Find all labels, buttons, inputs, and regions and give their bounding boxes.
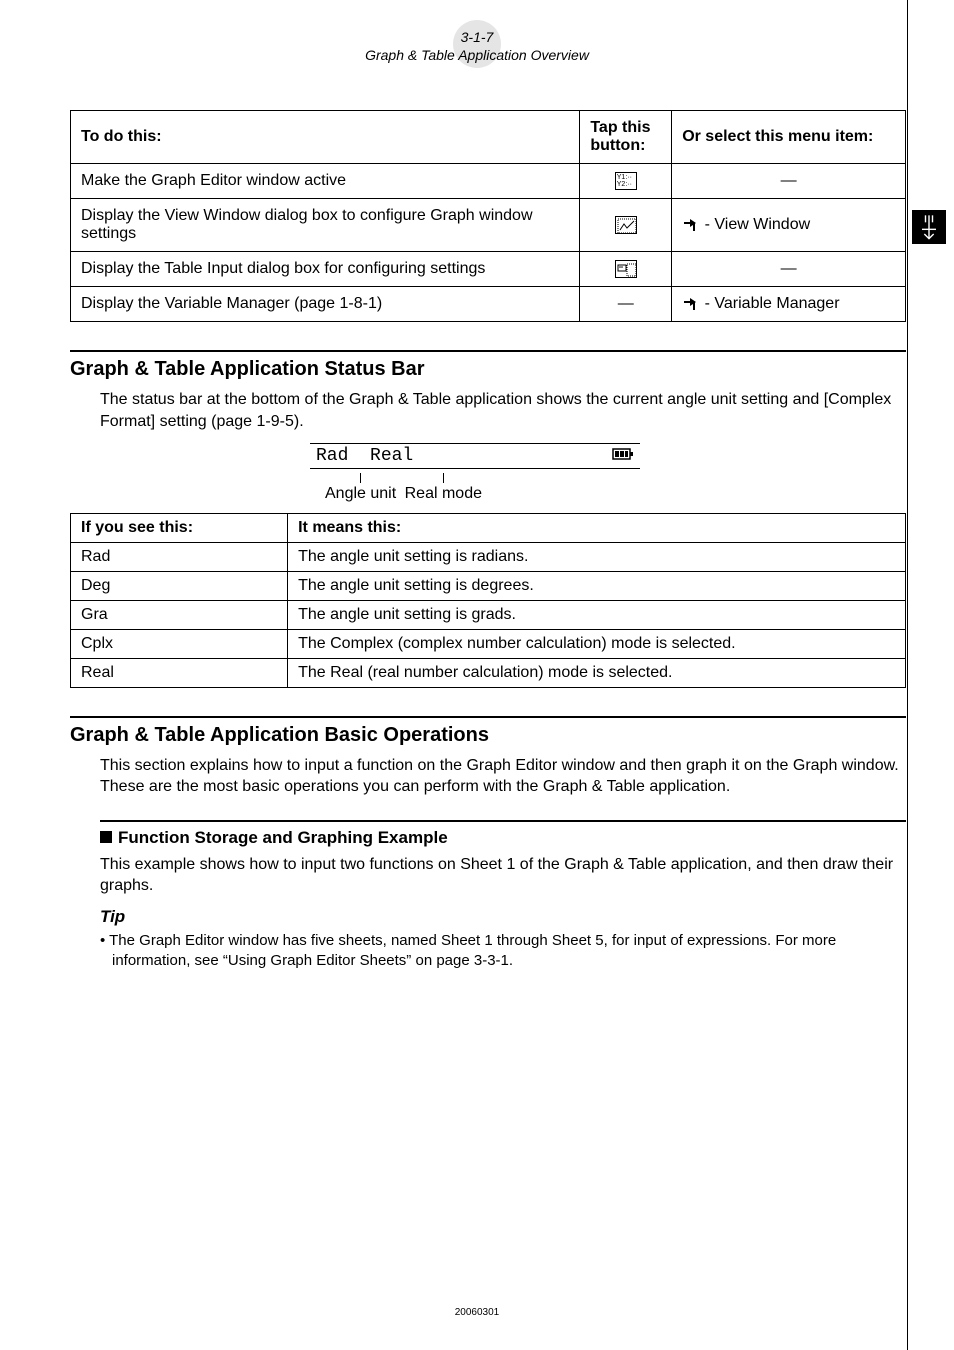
header-menu: Or select this menu item: xyxy=(672,111,906,164)
basic-ops-intro: This section explains how to input a fun… xyxy=(100,755,902,798)
page-subtitle: Graph & Table Application Overview xyxy=(365,46,589,64)
battery-icon xyxy=(612,447,634,467)
hammer-icon xyxy=(682,216,700,233)
cell-menu: — xyxy=(672,164,906,199)
right-margin-rule xyxy=(907,0,908,1350)
cell-todo: Display the View Window dialog box to co… xyxy=(71,199,580,252)
lcd-labels: Angle unit Real mode xyxy=(70,473,906,503)
lcd-display: Rad Real xyxy=(310,443,906,469)
basic-ops-heading: Graph & Table Application Basic Operatio… xyxy=(70,724,906,747)
cell-todo: Make the Graph Editor window active xyxy=(71,164,580,199)
table-row: Display the Table Input dialog box for c… xyxy=(71,252,906,287)
cell-val: The Real (real number calculation) mode … xyxy=(288,658,906,687)
cell-val: The angle unit setting is radians. xyxy=(288,542,906,571)
cell-key: Cplx xyxy=(71,629,288,658)
header-tap: Tap this button: xyxy=(580,111,672,164)
example-heading: Function Storage and Graphing Example xyxy=(100,828,906,848)
meaning-table: If you see this: It means this: RadThe a… xyxy=(70,513,906,688)
header-todo: To do this: xyxy=(71,111,580,164)
table-header-row: If you see this: It means this: xyxy=(71,513,906,542)
cell-key: Real xyxy=(71,658,288,687)
cell-key: Deg xyxy=(71,571,288,600)
section-rule xyxy=(70,350,906,352)
cell-menu: — xyxy=(672,252,906,287)
table-row: Display the View Window dialog box to co… xyxy=(71,199,906,252)
cell-key: Gra xyxy=(71,600,288,629)
menu-text: - Variable Manager xyxy=(700,295,839,312)
footer-date: 20060301 xyxy=(455,1307,500,1318)
cell-tap: Y1:··Y2:·· xyxy=(580,164,672,199)
square-bullet-icon xyxy=(100,831,112,843)
tableinput-icon xyxy=(615,260,637,278)
cell-val: The Complex (complex number calculation)… xyxy=(288,629,906,658)
cell-key: Rad xyxy=(71,542,288,571)
label-angle: Angle unit xyxy=(325,485,396,502)
actions-table: To do this: Tap this button: Or select t… xyxy=(70,110,906,322)
cell-menu: - View Window xyxy=(672,199,906,252)
table-header-row: To do this: Tap this button: Or select t… xyxy=(71,111,906,164)
table-row: Make the Graph Editor window active Y1:·… xyxy=(71,164,906,199)
table-row: RadThe angle unit setting is radians. xyxy=(71,542,906,571)
side-tab-icon xyxy=(912,210,946,244)
lcd-angle: Rad xyxy=(316,446,348,466)
label-mode: Real mode xyxy=(405,485,482,502)
tip-label: Tip xyxy=(100,907,906,927)
hammer-icon xyxy=(682,295,700,312)
lcd-mode: Real xyxy=(370,446,413,466)
cell-tap: — xyxy=(580,287,672,322)
status-bar-intro: The status bar at the bottom of the Grap… xyxy=(100,389,902,432)
cell-tap xyxy=(580,252,672,287)
example-heading-text: Function Storage and Graphing Example xyxy=(118,828,448,847)
header-means: It means this: xyxy=(288,513,906,542)
table-row: DegThe angle unit setting is degrees. xyxy=(71,571,906,600)
y1y2-icon: Y1:··Y2:·· xyxy=(615,172,637,190)
cell-val: The angle unit setting is degrees. xyxy=(288,571,906,600)
cell-menu: - Variable Manager xyxy=(672,287,906,322)
cell-todo: Display the Table Input dialog box for c… xyxy=(71,252,580,287)
section-rule xyxy=(70,716,906,718)
table-row: RealThe Real (real number calculation) m… xyxy=(71,658,906,687)
cell-val: The angle unit setting is grads. xyxy=(288,600,906,629)
cell-tap xyxy=(580,199,672,252)
example-intro: This example shows how to input two func… xyxy=(100,854,902,897)
header-if: If you see this: xyxy=(71,513,288,542)
page-number: 3-1-7 xyxy=(365,28,589,46)
status-bar-heading: Graph & Table Application Status Bar xyxy=(70,358,906,381)
table-row: Display the Variable Manager (page 1-8-1… xyxy=(71,287,906,322)
table-row: GraThe angle unit setting is grads. xyxy=(71,600,906,629)
menu-text: - View Window xyxy=(700,216,810,233)
subsection-rule xyxy=(100,820,906,822)
table-row: CplxThe Complex (complex number calculat… xyxy=(71,629,906,658)
page-header: 3-1-7 Graph & Table Application Overview xyxy=(365,28,589,64)
viewwin-icon xyxy=(615,216,637,234)
tip-text: • The Graph Editor window has five sheet… xyxy=(100,931,906,972)
cell-todo: Display the Variable Manager (page 1-8-1… xyxy=(71,287,580,322)
